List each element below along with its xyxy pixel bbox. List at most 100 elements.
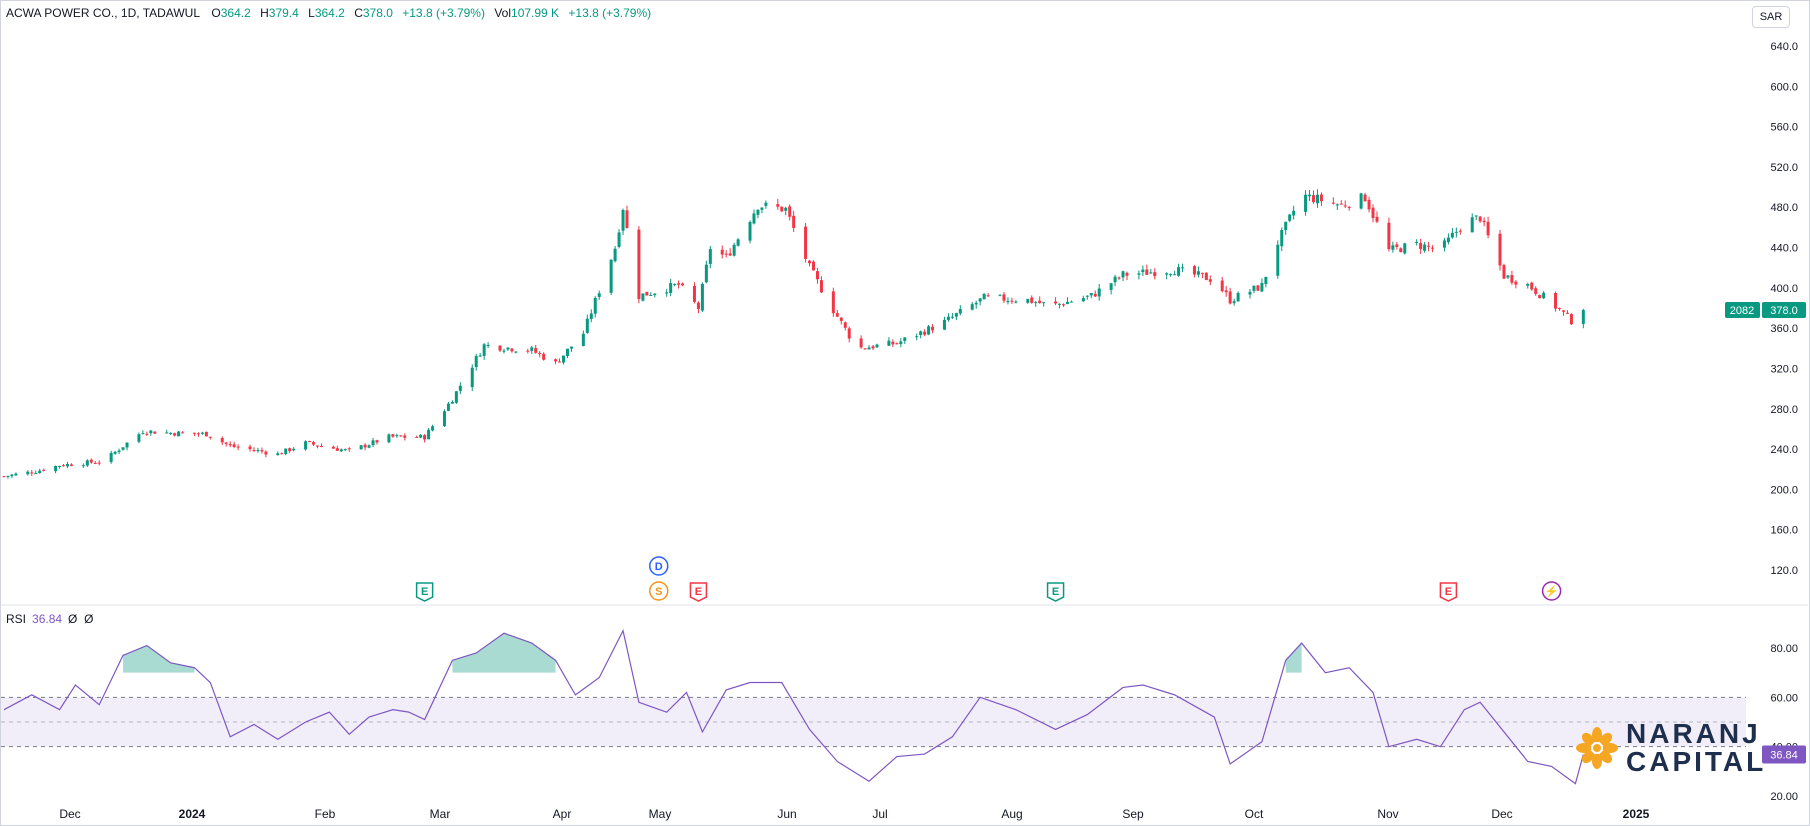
candle-body	[1006, 300, 1010, 303]
candle-body	[1038, 300, 1042, 304]
event-marker-label: E	[1445, 586, 1452, 598]
candle-body	[1260, 282, 1264, 292]
candle-body	[1403, 243, 1407, 254]
candle-body	[915, 336, 919, 338]
candle-body	[1399, 248, 1403, 253]
candle-body	[1565, 312, 1569, 314]
candle-body	[109, 452, 113, 463]
candle-body	[1470, 217, 1474, 233]
candle-body	[343, 449, 347, 451]
candle-body	[982, 293, 986, 300]
candle-body	[169, 432, 173, 434]
candle-body	[192, 432, 196, 434]
candle-body	[415, 436, 419, 438]
candle-body	[2, 476, 6, 478]
candle-body	[819, 280, 823, 293]
candle-body	[998, 294, 1002, 296]
event-marker-label: S	[655, 586, 662, 598]
time-tick-label: Jun	[777, 807, 796, 821]
candle-body	[1248, 291, 1252, 295]
candle-body	[236, 446, 240, 448]
candle-body	[720, 249, 724, 255]
currency-button[interactable]: SAR	[1752, 6, 1790, 28]
candle-body	[609, 259, 613, 293]
candle-body	[58, 465, 62, 467]
candle-body	[165, 432, 169, 434]
candle-body	[121, 447, 125, 450]
candle-body	[724, 253, 728, 255]
candle-body	[335, 448, 339, 451]
candle-body	[181, 432, 185, 434]
candle-body	[498, 345, 502, 351]
time-tick-label: Dec	[59, 807, 80, 821]
candle-body	[62, 465, 66, 467]
candle-body	[1081, 298, 1085, 302]
rsi-tick-label: 60.00	[1770, 692, 1798, 704]
candle-body	[931, 326, 935, 331]
candle-body	[1474, 215, 1478, 217]
candle-body	[613, 248, 617, 262]
candle-body	[1367, 199, 1371, 210]
candle-body	[1232, 301, 1236, 304]
candle-body	[442, 411, 446, 427]
symbol-title[interactable]: ACWA POWER CO., 1D, TADAWUL	[6, 6, 200, 20]
candles	[2, 189, 1585, 479]
candle-body	[736, 239, 740, 246]
candle-body	[788, 206, 792, 217]
candle-body	[1192, 266, 1196, 275]
candle-body	[812, 261, 816, 271]
candle-body	[1280, 229, 1284, 247]
candle-body	[704, 264, 708, 283]
event-marker-label: E	[1052, 586, 1059, 598]
candle-body	[1181, 267, 1185, 269]
candle-body	[1530, 282, 1534, 290]
candle-body	[1236, 293, 1240, 302]
candle-body	[1089, 293, 1093, 296]
candle-body	[252, 449, 256, 451]
low-label: L	[308, 6, 315, 20]
candle-body	[1228, 291, 1232, 304]
rsi-label[interactable]: RSI	[6, 612, 26, 626]
candle-body	[359, 445, 363, 450]
candle-body	[1200, 272, 1204, 274]
candle-body	[593, 297, 597, 314]
chart-canvas[interactable]: 640.0 600.0 560.0 520.0 480.0 440.0 400.0 360.0…	[0, 0, 1810, 826]
candle-body	[315, 445, 319, 447]
candle-body	[581, 333, 585, 347]
candle-body	[284, 448, 288, 455]
price-tick-label: 160.0	[1770, 525, 1798, 537]
event-marker-label: ⚡	[1545, 585, 1559, 598]
candle-body	[1343, 205, 1347, 207]
candle-body	[1363, 194, 1367, 202]
candle-body	[756, 209, 760, 215]
candle-body	[895, 343, 899, 345]
candle-body	[760, 207, 764, 210]
candle-body	[764, 202, 768, 206]
candle-body	[867, 347, 871, 350]
price-tick-label: 600.0	[1770, 81, 1798, 93]
candle-body	[423, 435, 427, 440]
candle-body	[1391, 245, 1395, 250]
countdown-badge-text: 2082	[1730, 305, 1754, 317]
low-value: 364.2	[314, 6, 345, 20]
candle-body	[815, 271, 819, 280]
candle-body	[1331, 202, 1335, 204]
candle-body	[974, 302, 978, 305]
candle-body	[502, 350, 506, 352]
candle-body	[1526, 283, 1530, 286]
logo-line-2: CAPITAL	[1626, 746, 1767, 777]
candle-body	[264, 451, 268, 455]
time-tick-label: Feb	[315, 807, 336, 821]
time-tick-label: Sep	[1122, 807, 1144, 821]
time-tick-label: May	[649, 807, 672, 821]
candle-body	[1554, 293, 1558, 309]
candle-body	[173, 433, 177, 436]
last-price-badge-text: 378.0	[1770, 305, 1798, 317]
candle-body	[1458, 230, 1462, 232]
candle-body	[1387, 222, 1391, 250]
event-marker: S	[648, 581, 669, 601]
candle-body	[526, 350, 530, 352]
candle-body	[308, 441, 312, 443]
event-marker: D	[648, 556, 669, 576]
candle-body	[538, 352, 542, 354]
